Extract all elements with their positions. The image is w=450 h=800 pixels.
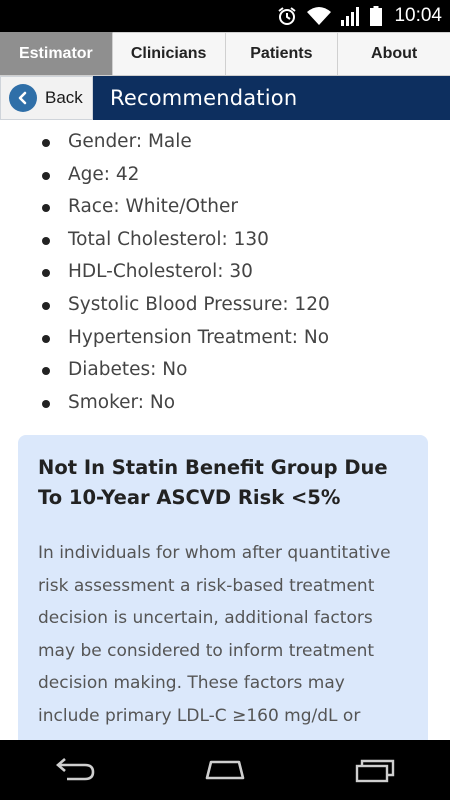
chevron-left-icon [9,84,37,112]
wifi-icon [306,6,332,26]
list-item-text: Systolic Blood Pressure: 120 [68,293,330,315]
bullet [42,236,50,245]
status-time: 10:04 [394,5,442,26]
list-item: Gender: Male [40,126,450,159]
list-item: HDL-Cholesterol: 30 [40,256,450,289]
list-item-text: HDL-Cholesterol: 30 [68,261,253,283]
list-item: Hypertension Treatment: No [40,322,450,355]
list-item-text: Hypertension Treatment: No [68,326,330,348]
back-button[interactable]: Back [0,76,93,120]
recommendation-card: Not In Statin Benefit Group Due To 10-Ye… [18,435,428,740]
tab-patients[interactable]: Patients [225,32,339,75]
list-item-text: Total Cholesterol: 130 [68,228,269,250]
list-item-text: Age: 42 [68,163,140,185]
content-area[interactable]: Gender: Male Age: 42 Race: White/Other T… [0,120,450,740]
tab-about[interactable]: About [338,32,450,75]
recents-nav-icon[interactable] [345,750,405,790]
bullet [42,301,50,310]
bullet [42,269,50,278]
back-nav-icon[interactable] [45,750,105,790]
bullet [42,399,50,408]
tab-label: Patients [250,45,313,62]
alarm-icon [276,5,298,27]
list-item-text: Diabetes: No [68,359,188,381]
list-item: Diabetes: No [40,354,450,387]
status-icons: 10:04 [276,0,442,32]
list-item: Systolic Blood Pressure: 120 [40,289,450,322]
tab-estimator[interactable]: Estimator [0,32,113,75]
bullet [42,334,50,343]
list-item-text: Smoker: No [68,391,176,413]
page-title: Recommendation [110,86,298,110]
tab-label: About [371,45,418,62]
list-item: Age: 42 [40,159,450,192]
signal-icon [340,6,362,26]
status-bar: 10:04 [0,0,450,32]
bullet [42,367,50,376]
list-item: Total Cholesterol: 130 [40,224,450,257]
input-summary-list: Gender: Male Age: 42 Race: White/Other T… [0,126,450,419]
bullet [42,139,50,147]
back-label: Back [45,88,83,107]
tab-clinicians[interactable]: Clinicians [112,32,226,75]
tab-label: Estimator [18,45,93,62]
list-item: Smoker: No [40,387,450,420]
tab-label: Clinicians [130,45,207,62]
tab-bar: Estimator Clinicians Patients About [0,32,450,76]
navigation-bar [0,740,450,800]
list-item-text: Gender: Male [68,131,192,152]
header-bar: Back Recommendation [0,76,450,120]
battery-icon [370,6,383,26]
home-nav-icon[interactable] [195,750,255,790]
bullet [42,204,50,213]
recommendation-body: In individuals for whom after quantitati… [38,543,391,726]
list-item-text: Race: White/Other [68,196,239,218]
list-item: Race: White/Other [40,191,450,224]
bullet [42,171,50,180]
recommendation-heading: Not In Statin Benefit Group Due To 10-Ye… [38,456,388,509]
